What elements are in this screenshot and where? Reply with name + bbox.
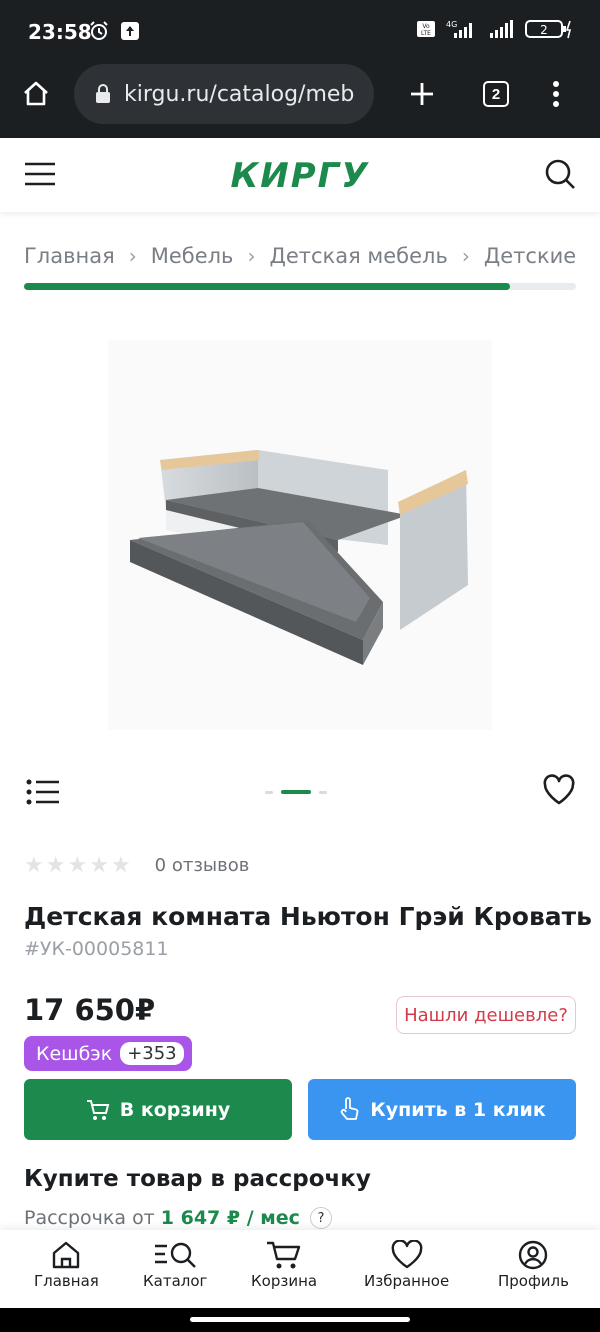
reviews-count[interactable]: 0 отзывов [155,855,250,876]
upload-notification-icon [121,22,139,40]
nav-label-cart: Корзина [251,1272,318,1290]
url-bar[interactable]: kirgu.ru/catalog/meb [74,64,374,124]
heart-icon [543,774,575,805]
nav-item-catalog[interactable]: Каталог [143,1240,207,1290]
installment-amount: 1 647 ₽ / мес [160,1207,300,1229]
browser-toolbar: kirgu.ru/catalog/meb 2 [0,64,600,138]
gallery-dot[interactable] [319,790,327,794]
add-to-cart-button[interactable]: В корзину [24,1079,292,1140]
chevron-right-icon: › [128,244,137,268]
installment-help-button[interactable]: ? [309,1207,332,1229]
chevron-right-icon: › [461,244,470,268]
product-price: 17 650₽ [24,993,156,1027]
tap-hand-icon [341,1096,359,1120]
nav-label-profile: Профиль [498,1272,569,1290]
home-icon [24,81,48,106]
product-sku: #УК-00005811 [24,938,169,960]
heart-icon [391,1240,422,1269]
status-time: 23:58 [28,20,92,44]
browser-home-button[interactable] [18,76,54,112]
browser-menu-button[interactable] [538,76,574,112]
specs-list-button[interactable] [26,778,60,811]
chevron-right-icon: › [247,244,256,268]
gallery-controls [0,770,600,814]
installment-info: Рассрочка от 1 647 ₽ / мес ? [24,1207,332,1229]
nav-label-catalog: Каталог [143,1272,208,1290]
profile-icon [519,1240,548,1270]
site-header: КИРГУ [0,138,600,212]
cashback-value: +353 [120,1042,184,1065]
breadcrumb-item-kids-rooms[interactable]: Детские ко [484,244,576,268]
gallery-dot[interactable] [265,790,273,794]
catalog-search-icon [155,1242,197,1268]
svg-text:Vo: Vo [422,23,430,30]
product-image[interactable] [108,340,492,730]
cart-icon [267,1241,301,1269]
gallery-pagination [265,790,327,794]
alarm-icon [90,21,108,40]
svg-text:4G: 4G [446,20,457,29]
breadcrumb-scrollbar-thumb[interactable] [24,283,510,290]
nav-label-home: Главная [34,1272,99,1290]
breadcrumb-scrollbar[interactable] [24,283,576,290]
site-logo[interactable]: КИРГУ [0,156,600,196]
gallery-dot[interactable] [281,790,311,794]
url-text: kirgu.ru/catalog/meb [124,81,355,107]
gesture-handle[interactable] [190,1317,410,1322]
more-vert-icon [553,81,559,107]
buy-one-click-label: Купить в 1 клик [370,1098,546,1121]
installment-prefix: Рассрочка от [24,1207,155,1229]
status-icons-right: Vo LTE 4G 2 [416,18,574,40]
battery-icon: 2 [525,20,572,39]
buy-one-click-button[interactable]: Купить в 1 клик [308,1079,576,1140]
system-gesture-bar [0,1308,600,1332]
bed-illustration [130,450,468,665]
signal-4g-icon: 4G [446,20,472,38]
bottom-navigation: Главная Каталог Корзина Избранное Профил… [0,1230,600,1308]
new-tab-button[interactable] [404,76,440,112]
nav-item-cart[interactable]: Корзина [251,1240,317,1290]
svg-text:2: 2 [540,23,548,37]
breadcrumb-item-home[interactable]: Главная [24,244,115,268]
search-button[interactable] [544,158,576,195]
svg-text:LTE: LTE [421,30,431,37]
signal-icon [490,20,513,38]
nav-item-favorites[interactable]: Избранное [364,1240,449,1290]
tab-switcher-button[interactable]: 2 [478,76,514,112]
star-icon: ★ [45,852,66,877]
star-icon: ★ [67,852,88,877]
product-title: Детская комната Ньютон Грэй Кровать [24,902,592,931]
list-icon [26,779,59,805]
plus-icon [411,83,433,105]
add-to-cart-label: В корзину [119,1098,231,1121]
nav-item-home[interactable]: Главная [34,1240,99,1290]
star-icon: ★ [89,852,109,877]
favorite-button[interactable] [542,774,576,811]
lock-icon [96,84,110,103]
star-icon: ★ [110,852,131,877]
star-icon: ★ [24,852,44,877]
volte-icon: VoLTE [417,21,435,37]
tab-count: 2 [483,81,509,107]
found-cheaper-button[interactable]: Нашли дешевле? [396,996,576,1034]
breadcrumb: Главная › Мебель › Детская мебель › Детс… [24,244,576,268]
cashback-badge: Кешбэк +353 [24,1036,192,1071]
product-rating[interactable]: ★ ★ ★ ★ ★ 0 отзывов [24,852,249,878]
cashback-label: Кешбэк [36,1042,113,1065]
search-icon [545,159,575,189]
installment-title: Купите товар в рассрочку [24,1166,371,1192]
home-icon [53,1241,80,1269]
status-icons-left [88,20,140,42]
nav-item-profile[interactable]: Профиль [498,1240,569,1290]
breadcrumb-item-kids-furniture[interactable]: Детская мебель [269,244,447,268]
breadcrumb-item-furniture[interactable]: Мебель [151,244,234,268]
nav-label-favorites: Избранное [364,1272,450,1290]
cart-icon [86,1099,110,1120]
status-bar: 23:58 Vo LTE 4G 2 [0,0,600,64]
